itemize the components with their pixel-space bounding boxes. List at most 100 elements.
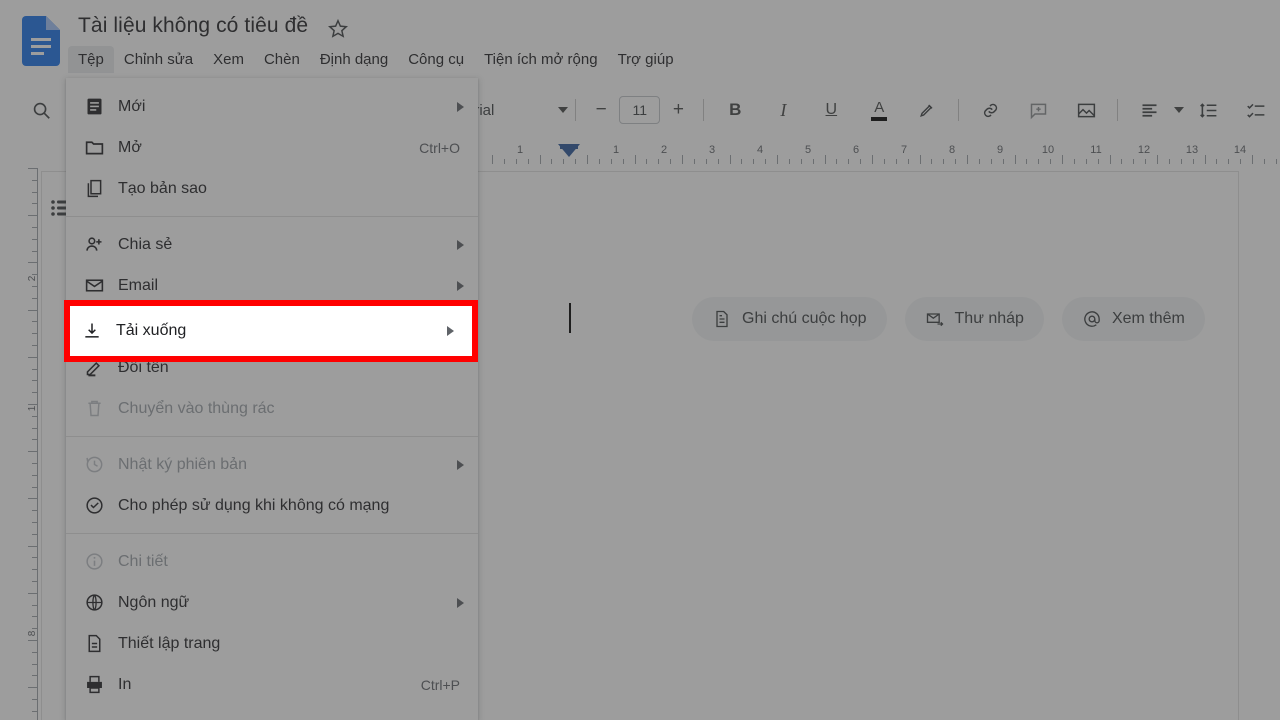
person-add-icon: [84, 234, 105, 255]
add-comment-button[interactable]: [1023, 95, 1053, 125]
offline-icon-wrapper: [80, 495, 108, 516]
ruler-tick: [528, 159, 529, 164]
ruler-tick: [1276, 159, 1277, 164]
menu-item-m-i[interactable]: Mới: [66, 86, 478, 127]
menu-item-cho-ph-p-s-d-ng-khi-kh-ng-c-m-ng[interactable]: Cho phép sử dụng khi không có mạng: [66, 485, 478, 526]
ruler-tick: [1228, 159, 1229, 164]
download-icon: [82, 321, 102, 341]
underline-button[interactable]: U: [816, 95, 846, 125]
vruler-tick: [32, 286, 37, 287]
smart-chips-row: Ghi chú cuộc họp Thư nháp Xem thêm: [692, 297, 1205, 341]
vertical-ruler[interactable]: 218: [16, 168, 38, 720]
menu-item-chen[interactable]: Chèn: [254, 46, 310, 73]
indent-marker-bar[interactable]: [560, 144, 578, 149]
increase-font-size-button[interactable]: +: [663, 95, 693, 125]
insert-link-button[interactable]: [975, 95, 1005, 125]
chevron-down-icon[interactable]: [558, 107, 568, 113]
font-size-input[interactable]: 11: [619, 96, 660, 124]
chip-meeting-notes[interactable]: Ghi chú cuộc họp: [692, 297, 887, 341]
menu-item-label: Chi tiết: [108, 553, 464, 571]
decrease-font-size-button[interactable]: −: [586, 95, 616, 125]
search-button[interactable]: [24, 90, 58, 130]
menu-item-t-o-b-n-sao[interactable]: Tạo bản sao: [66, 168, 478, 209]
menu-item-chuy-n-v-o-th-ng-r-c[interactable]: Chuyển vào thùng rác: [66, 388, 478, 429]
submenu-arrow-icon: [457, 598, 464, 608]
text-cursor: [569, 303, 571, 333]
ruler-tick: [860, 159, 861, 164]
text-color-swatch: [871, 117, 887, 121]
ruler-tick: [789, 159, 790, 164]
vruler-number: 1: [28, 406, 39, 412]
menu-item-thi-t-l-p-trang[interactable]: Thiết lập trang: [66, 623, 478, 664]
ruler-tick: [1015, 155, 1016, 164]
vruler-tick: [32, 616, 37, 617]
ruler-tick: [1074, 159, 1075, 164]
ruler-tick: [967, 155, 968, 164]
ruler-tick: [777, 155, 778, 164]
ruler-number: 13: [1186, 144, 1198, 156]
file-menu-dropdown[interactable]: MớiMởCtrl+OTạo bản saoChia sẻEmailTải xu…: [66, 78, 478, 720]
vruler-tick: [28, 593, 37, 594]
ruler-tick: [682, 155, 683, 164]
menu-item-xem[interactable]: Xem: [203, 46, 254, 73]
ruler-tick: [599, 159, 600, 164]
google-docs-icon: [22, 16, 60, 66]
menu-item-chia-s[interactable]: Chia sẻ: [66, 224, 478, 265]
ruler-tick: [813, 159, 814, 164]
toolbar-divider: [958, 99, 959, 121]
toolbar-divider: [575, 99, 576, 121]
vruler-tick: [32, 428, 37, 429]
ruler-tick: [730, 155, 731, 164]
vruler-tick: [32, 298, 37, 299]
menu-item-ng-n-ng[interactable]: Ngôn ngữ: [66, 582, 478, 623]
ruler-tick: [492, 155, 493, 164]
menu-item-nh-t-k-phi-n-b-n[interactable]: Nhật ký phiên bản: [66, 444, 478, 485]
menu-item-chi-ti-t[interactable]: Chi tiết: [66, 541, 478, 582]
line-spacing-button[interactable]: [1193, 95, 1223, 125]
menu-item-label: Mở: [108, 139, 419, 157]
ruler-tick: [635, 155, 636, 164]
ruler-tick: [623, 159, 624, 164]
horizontal-ruler[interactable]: 11234567891011121314: [470, 142, 1280, 164]
highlight-color-button[interactable]: [912, 95, 942, 125]
checklist-icon: [1246, 100, 1267, 121]
italic-button[interactable]: I: [768, 95, 798, 125]
vruler-tick: [32, 369, 37, 370]
chip-email-draft[interactable]: Thư nháp: [905, 297, 1044, 341]
bold-button[interactable]: B: [720, 95, 750, 125]
menu-item-chinh-sua[interactable]: Chỉnh sửa: [114, 46, 203, 73]
menu-bar: Tệp Chỉnh sửa Xem Chèn Định dạng Công cụ…: [68, 46, 684, 73]
menu-item-in[interactable]: InCtrl+P: [66, 664, 478, 705]
ruler-number: 8: [949, 144, 955, 156]
vruler-tick: [32, 711, 37, 712]
checklist-button[interactable]: [1241, 95, 1271, 125]
trash-icon-wrapper: [80, 398, 108, 419]
menu-item-tro-giup[interactable]: Trợ giúp: [608, 46, 684, 73]
vruler-tick: [28, 215, 37, 216]
document-title[interactable]: Tài liệu không có tiêu đề: [78, 14, 308, 38]
menu-item-tep[interactable]: Tệp: [68, 46, 114, 73]
ruler-tick: [646, 159, 647, 164]
text-color-button[interactable]: A: [864, 95, 894, 125]
star-outline-icon[interactable]: [327, 18, 349, 40]
document-icon: [712, 309, 732, 329]
vruler-tick: [32, 510, 37, 511]
menu-item-tai-xuong[interactable]: Tải xuống: [70, 306, 472, 356]
vruler-tick: [32, 569, 37, 570]
menu-item-cong-cu[interactable]: Công cụ: [398, 46, 474, 73]
ruler-tick: [884, 159, 885, 164]
ruler-tick: [991, 159, 992, 164]
chip-view-more[interactable]: Xem thêm: [1062, 297, 1205, 341]
vruler-tick: [28, 357, 37, 358]
menu-item-tien-ich-mo-rong[interactable]: Tiện ích mở rộng: [474, 46, 608, 73]
email-icon-wrapper: [80, 275, 108, 296]
chip-label: Xem thêm: [1112, 310, 1185, 328]
insert-image-button[interactable]: [1071, 95, 1101, 125]
align-button[interactable]: [1134, 95, 1164, 125]
ruler-tick: [551, 159, 552, 164]
menu-item-dinh-dang[interactable]: Định dạng: [310, 46, 398, 73]
menu-item-m[interactable]: MởCtrl+O: [66, 127, 478, 168]
chevron-down-icon[interactable]: [1174, 107, 1184, 113]
ruler-tick: [540, 155, 541, 164]
vruler-tick: [32, 345, 37, 346]
